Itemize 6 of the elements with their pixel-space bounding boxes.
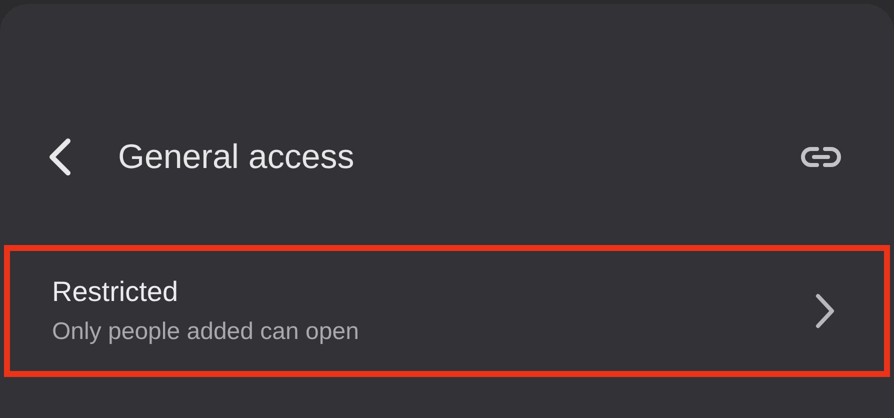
link-icon[interactable]	[800, 144, 842, 170]
chevron-right-icon	[814, 293, 836, 329]
restricted-option[interactable]: Restricted Only people added can open	[4, 245, 890, 377]
page-title: General access	[118, 140, 354, 174]
option-title: Restricted	[52, 278, 180, 306]
option-description: Only people added can open	[52, 320, 359, 344]
